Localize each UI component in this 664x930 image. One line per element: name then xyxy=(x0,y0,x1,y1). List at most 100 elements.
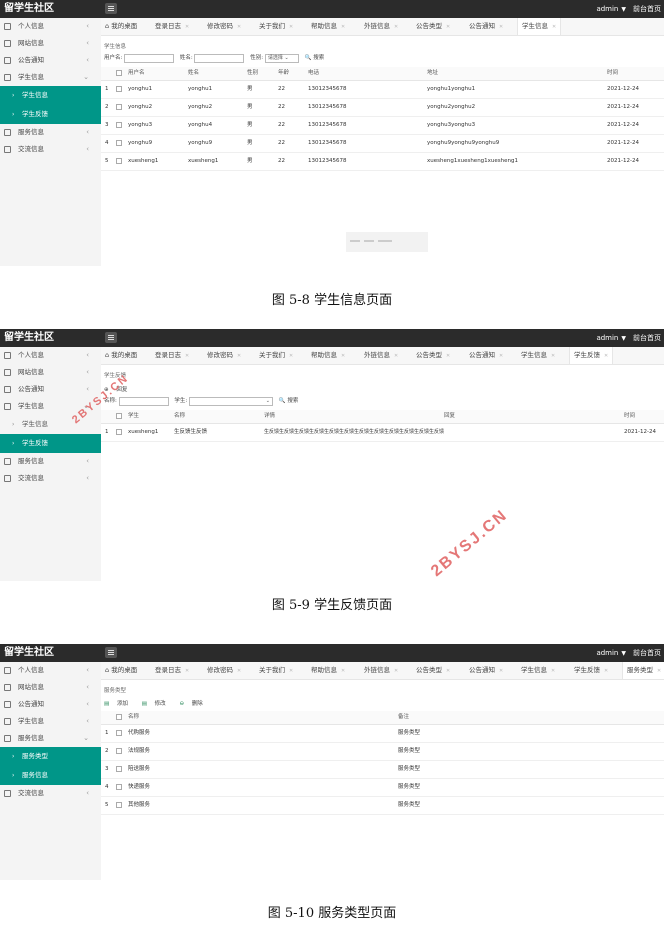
menu-toggle-icon[interactable] xyxy=(105,3,117,14)
menu-toggle-icon[interactable] xyxy=(105,332,117,343)
sidebar-item-student[interactable]: 学生信息 ‹ xyxy=(0,713,101,730)
tab-desktop[interactable]: ⌂ 我的桌面 xyxy=(105,662,137,679)
tab-notices[interactable]: 公告通知 ✕ xyxy=(469,662,503,679)
sidebar-item-exchange[interactable]: 交流信息 ‹ xyxy=(0,141,101,158)
close-icon[interactable]: ✕ xyxy=(341,24,345,30)
row-checkbox[interactable] xyxy=(116,86,122,92)
tab-student-feedback[interactable]: 学生反馈 ✕ xyxy=(569,347,614,364)
tab-notice-type[interactable]: 公告类型 ✕ xyxy=(416,347,450,364)
gender-select[interactable]: 请选择 ⌄ xyxy=(264,53,299,63)
close-icon[interactable]: ✕ xyxy=(289,668,293,674)
title-input[interactable] xyxy=(118,396,169,406)
username-input[interactable] xyxy=(124,53,175,63)
close-icon[interactable]: ✕ xyxy=(237,24,241,30)
close-icon[interactable]: ✕ xyxy=(499,353,503,359)
tab-notice-type[interactable]: 公告类型 ✕ xyxy=(416,18,450,35)
menu-toggle-icon[interactable] xyxy=(105,647,117,658)
user-menu[interactable]: admin ▼ xyxy=(596,644,626,663)
close-icon[interactable]: ✕ xyxy=(552,24,556,30)
tab-links[interactable]: 外链信息 ✕ xyxy=(364,18,398,35)
add-button[interactable]: ▤ 添加 xyxy=(104,701,134,707)
table-row[interactable]: 5 xuesheng1 xuesheng1 男 22 13012345678 x… xyxy=(101,153,664,171)
select-all-checkbox[interactable] xyxy=(116,413,122,419)
tab-login-log[interactable]: 登录日志 ✕ xyxy=(155,18,189,35)
close-icon[interactable]: ✕ xyxy=(446,353,450,359)
delete-button[interactable]: ⊖ 删除 xyxy=(179,701,208,707)
sidebar-item-service[interactable]: 服务信息 ⌄ xyxy=(0,730,101,747)
row-checkbox[interactable] xyxy=(116,802,122,808)
tab-notices[interactable]: 公告通知 ✕ xyxy=(469,18,503,35)
close-icon[interactable]: ✕ xyxy=(185,353,189,359)
sidebar-item-site[interactable]: 网站信息 ‹ xyxy=(0,35,101,52)
select-all-checkbox[interactable] xyxy=(116,714,122,720)
sidebar-item-notice[interactable]: 公告通知 ‹ xyxy=(0,52,101,69)
sidebar-item-student[interactable]: 学生信息 ⌄ xyxy=(0,69,101,86)
tab-help[interactable]: 帮助信息 ✕ xyxy=(311,18,345,35)
tab-links[interactable]: 外链信息 ✕ xyxy=(364,347,398,364)
tab-student-info[interactable]: 学生信息 ✕ xyxy=(521,662,555,679)
front-page-link[interactable]: 前台首页 xyxy=(633,644,661,662)
table-row[interactable]: 4 快递服务 服务类型 xyxy=(101,779,664,797)
table-row[interactable]: 5 其他服务 服务类型 xyxy=(101,797,664,815)
close-icon[interactable]: ✕ xyxy=(237,353,241,359)
sidebar-item-personal[interactable]: 个人信息 ‹ xyxy=(0,347,101,364)
front-page-link[interactable]: 前台首页 xyxy=(633,329,661,347)
select-all-checkbox[interactable] xyxy=(116,70,122,76)
tab-notice-type[interactable]: 公告类型 ✕ xyxy=(416,662,450,679)
tab-login-log[interactable]: 登录日志 ✕ xyxy=(155,662,189,679)
tab-about[interactable]: 关于我们 ✕ xyxy=(259,662,293,679)
close-icon[interactable]: ✕ xyxy=(341,353,345,359)
sidebar-item-personal[interactable]: 个人信息 ‹ xyxy=(0,662,101,679)
close-icon[interactable]: ✕ xyxy=(446,668,450,674)
close-icon[interactable]: ✕ xyxy=(185,668,189,674)
sidebar-item-service[interactable]: 服务信息 ‹ xyxy=(0,124,101,141)
sidebar-item-notice[interactable]: 公告通知 ‹ xyxy=(0,696,101,713)
close-icon[interactable]: ✕ xyxy=(394,353,398,359)
search-button[interactable]: 🔍 搜索 xyxy=(305,53,325,63)
tab-login-log[interactable]: 登录日志 ✕ xyxy=(155,347,189,364)
close-icon[interactable]: ✕ xyxy=(604,353,608,359)
sidebar-subitem-student-info[interactable]: › 学生信息 xyxy=(0,86,101,105)
close-icon[interactable]: ✕ xyxy=(341,668,345,674)
sidebar-item-exchange[interactable]: 交流信息 ‹ xyxy=(0,785,101,802)
table-row[interactable]: 3 yonghu3 yonghu4 男 22 13012345678 yongh… xyxy=(101,117,664,135)
sidebar-item-site[interactable]: 网站信息 ‹ xyxy=(0,364,101,381)
close-icon[interactable]: ✕ xyxy=(289,353,293,359)
sidebar-subitem-service-info[interactable]: › 服务信息 xyxy=(0,766,101,785)
table-row[interactable]: 1 代购服务 服务类型 xyxy=(101,725,664,743)
tab-change-password[interactable]: 修改密码 ✕ xyxy=(207,18,241,35)
row-checkbox[interactable] xyxy=(116,766,122,772)
name-input[interactable] xyxy=(194,53,245,63)
tab-service-type[interactable]: 服务类型 ✕ xyxy=(622,662,664,679)
table-row[interactable]: 1 yonghu1 yonghu1 男 22 13012345678 yongh… xyxy=(101,81,664,99)
close-icon[interactable]: ✕ xyxy=(237,668,241,674)
sidebar-item-exchange[interactable]: 交流信息 ‹ xyxy=(0,470,101,487)
tab-student-feedback[interactable]: 学生反馈 ✕ xyxy=(574,662,608,679)
row-checkbox[interactable] xyxy=(116,140,122,146)
close-icon[interactable]: ✕ xyxy=(499,668,503,674)
search-button[interactable]: 🔍 搜索 xyxy=(279,396,299,406)
close-icon[interactable]: ✕ xyxy=(551,353,555,359)
row-checkbox[interactable] xyxy=(116,429,122,435)
tab-desktop[interactable]: ⌂ 我的桌面 xyxy=(105,18,137,35)
tab-change-password[interactable]: 修改密码 ✕ xyxy=(207,347,241,364)
sidebar-item-personal[interactable]: 个人信息 ‹ xyxy=(0,18,101,35)
tab-about[interactable]: 关于我们 ✕ xyxy=(259,18,293,35)
close-icon[interactable]: ✕ xyxy=(446,24,450,30)
table-row[interactable]: 4 yonghu9 yonghu9 男 22 13012345678 yongh… xyxy=(101,135,664,153)
close-icon[interactable]: ✕ xyxy=(551,668,555,674)
row-checkbox[interactable] xyxy=(116,104,122,110)
sidebar-item-service[interactable]: 服务信息 ‹ xyxy=(0,453,101,470)
row-checkbox[interactable] xyxy=(116,784,122,790)
sidebar-subitem-student-feedback[interactable]: › 学生反馈 xyxy=(0,105,101,124)
table-row[interactable]: 2 yonghu2 yonghu2 男 22 13012345678 yongh… xyxy=(101,99,664,117)
sidebar-subitem-student-feedback[interactable]: › 学生反馈 xyxy=(0,434,101,453)
close-icon[interactable]: ✕ xyxy=(394,24,398,30)
close-icon[interactable]: ✕ xyxy=(499,24,503,30)
row-checkbox[interactable] xyxy=(116,158,122,164)
tab-about[interactable]: 关于我们 ✕ xyxy=(259,347,293,364)
sidebar-item-site[interactable]: 网站信息 ‹ xyxy=(0,679,101,696)
close-icon[interactable]: ✕ xyxy=(394,668,398,674)
table-row[interactable]: 3 陪送服务 服务类型 xyxy=(101,761,664,779)
sidebar-subitem-service-type[interactable]: › 服务类型 xyxy=(0,747,101,766)
